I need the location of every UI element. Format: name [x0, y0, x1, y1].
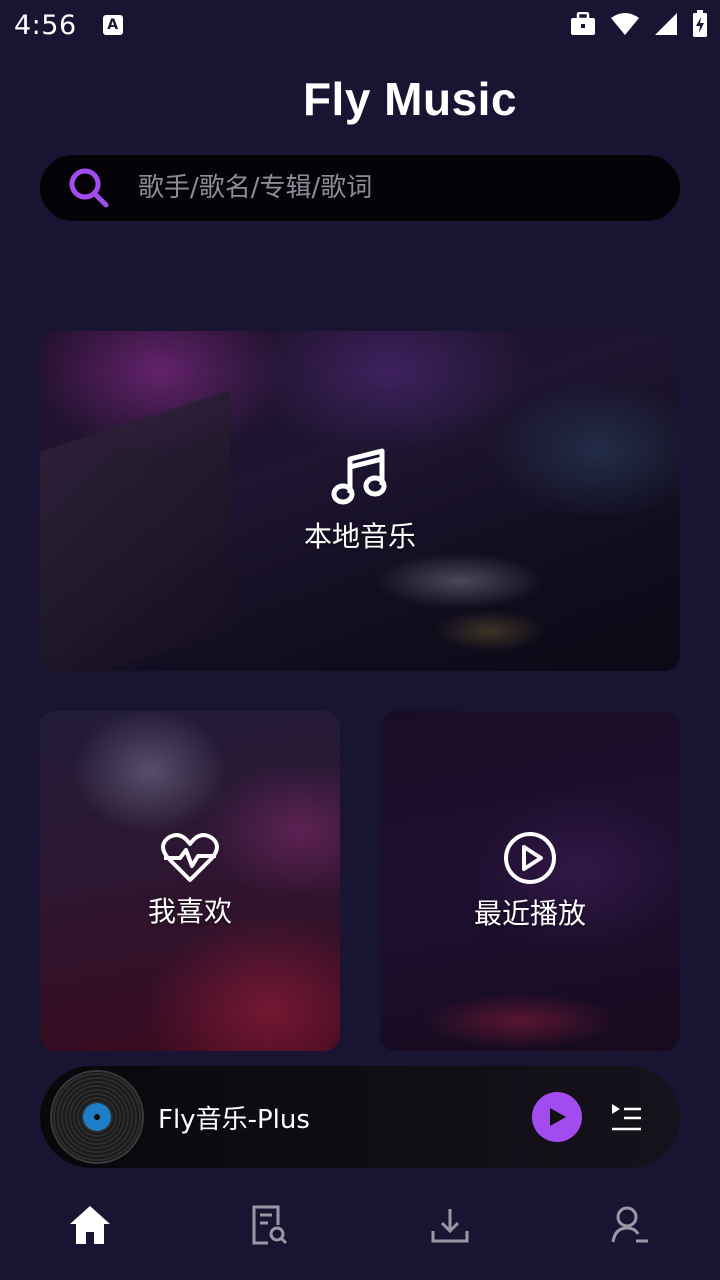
play-icon [550, 1108, 566, 1126]
document-search-icon [252, 1205, 288, 1245]
signal-icon [655, 13, 677, 35]
recent-label: 最近播放 [473, 897, 586, 930]
briefcase-icon [571, 12, 595, 35]
app-title: Fly Music [302, 73, 518, 125]
music-note-icon [331, 448, 387, 505]
recent-card[interactable]: 最近播放 [380, 711, 680, 1051]
nav-search-doc[interactable] [240, 1195, 300, 1255]
favorites-card[interactable]: 我喜欢 [40, 711, 340, 1051]
status-a-icon: A [102, 15, 123, 35]
nav-home[interactable] [60, 1195, 120, 1255]
player-title: Fly音乐-Plus [158, 1104, 310, 1135]
vinyl-disc-icon [52, 1072, 142, 1162]
local-music-card[interactable]: 本地音乐 [40, 331, 680, 671]
play-button[interactable] [532, 1092, 582, 1142]
download-icon [431, 1209, 469, 1243]
user-icon [611, 1206, 648, 1243]
status-bar: 4:56 A [0, 0, 720, 50]
nav-download[interactable] [420, 1195, 480, 1255]
local-music-label: 本地音乐 [303, 520, 416, 553]
status-icons [570, 10, 708, 38]
play-circle-icon [504, 832, 556, 884]
nav-profile[interactable] [600, 1195, 660, 1255]
playlist-icon[interactable] [610, 1102, 642, 1132]
favorites-label: 我喜欢 [147, 895, 232, 928]
home-icon [70, 1206, 110, 1244]
mini-player[interactable]: Fly音乐-Plus [40, 1066, 680, 1168]
heart-pulse-icon [161, 833, 219, 882]
search-bar[interactable] [40, 155, 680, 221]
search-input[interactable] [138, 173, 638, 203]
wifi-icon [611, 13, 639, 35]
search-icon [69, 168, 109, 208]
bottom-nav [0, 1190, 720, 1260]
status-time: 4:56 [14, 9, 77, 41]
battery-icon [693, 10, 707, 37]
